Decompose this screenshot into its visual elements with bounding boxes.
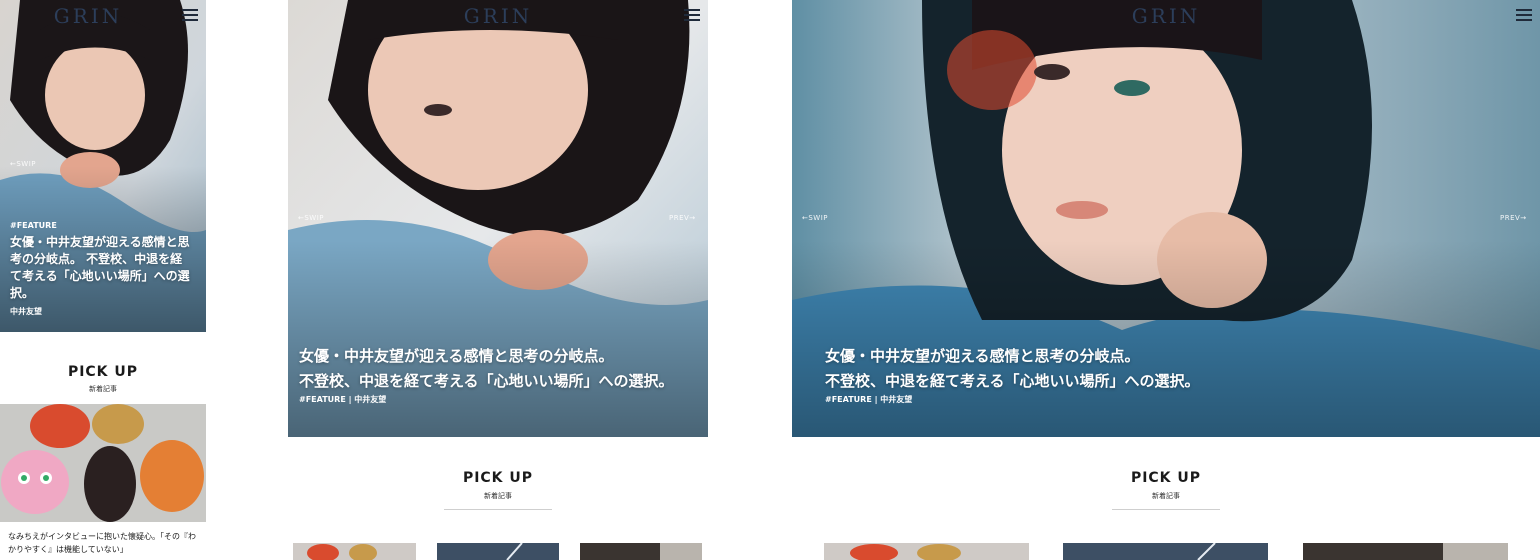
article-thumbnail[interactable] xyxy=(293,543,416,560)
article-photo xyxy=(0,404,206,522)
mobile-view: GRIN ←SWIP #FEATURE 女優・中井友望が迎える感情と思考の分岐点… xyxy=(0,0,206,560)
hero-tag[interactable]: #FEATURE | 中井友望 xyxy=(299,394,386,405)
article-photo xyxy=(660,543,702,560)
hero-author[interactable]: 中井友望 xyxy=(10,306,42,317)
pickup-subtitle: 新着記事 xyxy=(484,492,512,500)
article-photo xyxy=(850,544,961,560)
pickup-subtitle: 新着記事 xyxy=(1152,492,1180,500)
article-photo xyxy=(1443,543,1508,560)
pickup-title: PICK UP xyxy=(1130,470,1202,486)
article-thumbnail[interactable] xyxy=(1303,543,1508,560)
site-logo[interactable]: GRIN xyxy=(0,4,206,28)
article-thumbnail[interactable] xyxy=(0,404,206,522)
pickup-title: PICK UP xyxy=(67,364,139,380)
prev-label[interactable]: PREV→ xyxy=(1500,214,1527,222)
article-photo xyxy=(1197,543,1216,560)
hero-title[interactable]: 女優・中井友望が迎える感情と思考の分岐点。 不登校、中退を経て考える「心地いい場… xyxy=(299,344,708,394)
hero-category[interactable]: #FEATURE xyxy=(10,221,57,230)
tablet-view: GRIN ←SWIP PREV→ 女優・中井友望が迎える感情と思考の分岐点。 不… xyxy=(288,0,708,560)
pickup-divider xyxy=(444,509,552,510)
hero-title[interactable]: 女優・中井友望が迎える感情と思考の分岐点。 不登校、中退を経て考える「心地いい場… xyxy=(10,234,190,302)
site-logo[interactable]: GRIN xyxy=(792,4,1540,28)
desktop-view: GRIN ←SWIP PREV→ 女優・中井友望が迎える感情と思考の分岐点。 不… xyxy=(792,0,1540,560)
swipe-label[interactable]: ←SWIP xyxy=(298,214,324,222)
hero-title[interactable]: 女優・中井友望が迎える感情と思考の分岐点。 不登校、中退を経て考える「心地いい場… xyxy=(825,344,1325,394)
article-thumbnail[interactable] xyxy=(580,543,702,560)
article-photo xyxy=(307,544,377,560)
hero-slide[interactable]: GRIN ←SWIP PREV→ 女優・中井友望が迎える感情と思考の分岐点。 不… xyxy=(792,0,1540,437)
article-thumbnail[interactable] xyxy=(437,543,559,560)
pickup-subtitle: 新着記事 xyxy=(89,385,117,393)
prev-label[interactable]: PREV→ xyxy=(669,214,696,222)
hero-tag[interactable]: #FEATURE | 中井友望 xyxy=(825,394,912,405)
pickup-divider xyxy=(1112,509,1220,510)
article-photo xyxy=(506,543,523,560)
article-excerpt[interactable]: なみちえがインタビューに抱いた懐疑心。「その『わかりやすく』は機能していない」 xyxy=(8,530,200,556)
pickup-title: PICK UP xyxy=(462,470,534,486)
swipe-label[interactable]: ←SWIP xyxy=(802,214,828,222)
swipe-label[interactable]: ←SWIP xyxy=(10,160,36,168)
hero-slide[interactable]: GRIN ←SWIP #FEATURE 女優・中井友望が迎える感情と思考の分岐点… xyxy=(0,0,206,332)
hero-slide[interactable]: GRIN ←SWIP PREV→ 女優・中井友望が迎える感情と思考の分岐点。 不… xyxy=(288,0,708,437)
article-thumbnail[interactable] xyxy=(1063,543,1268,560)
menu-icon[interactable] xyxy=(684,9,700,21)
site-logo[interactable]: GRIN xyxy=(288,4,708,28)
article-thumbnail[interactable] xyxy=(824,543,1029,560)
menu-icon[interactable] xyxy=(1516,9,1532,21)
menu-icon[interactable] xyxy=(182,9,198,21)
